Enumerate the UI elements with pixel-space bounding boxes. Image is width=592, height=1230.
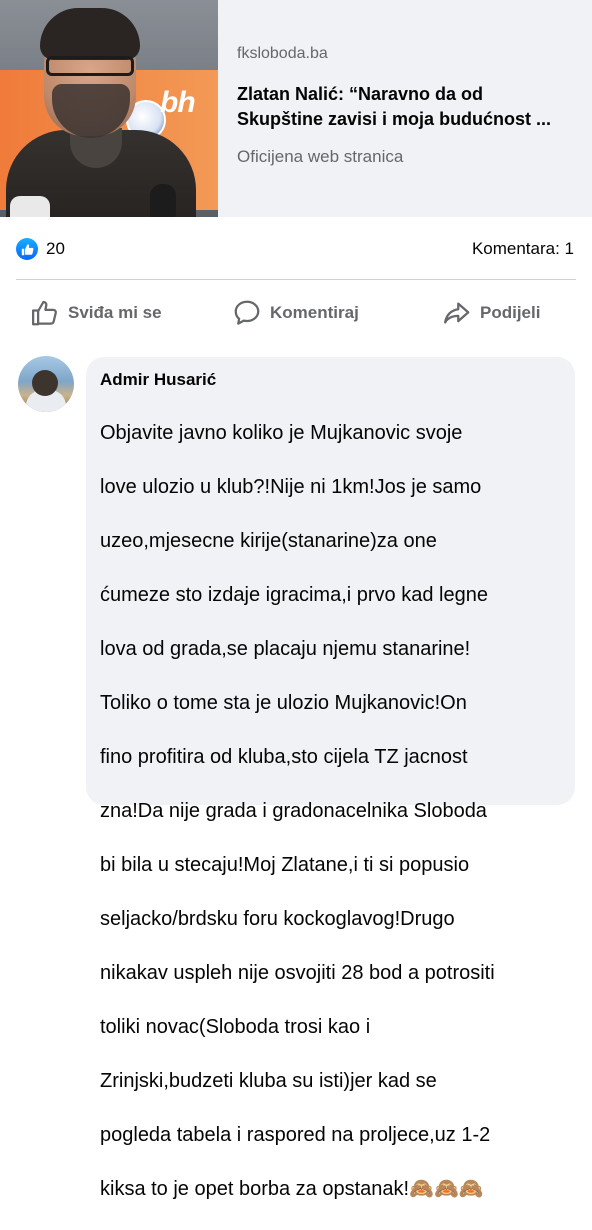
comment-line: kiksa to je opet borba za opstanak!🙈🙈🙈 <box>100 1178 484 1200</box>
post-action-bar: Sviđa mi se Komentiraj Podijeli <box>0 290 592 338</box>
comment-button[interactable]: Komentiraj <box>232 298 359 328</box>
like-button[interactable]: Sviđa mi se <box>30 298 162 328</box>
comment-line: toliki novac(Sloboda trosi kao i <box>100 1016 371 1038</box>
share-button[interactable]: Podijeli <box>442 298 540 328</box>
comment-line: Toliko o tome sta je ulozio Mujkanovic!O… <box>100 692 467 714</box>
divider <box>16 279 576 280</box>
link-headline[interactable]: Zlatan Nalić: “Naravno da od Skupštine z… <box>237 82 572 132</box>
like-button-label: Sviđa mi se <box>68 303 162 322</box>
share-button-label: Podijeli <box>480 303 541 322</box>
thumbs-up-icon[interactable] <box>16 238 38 260</box>
comment-line: love ulozio u klub?!Nije ni 1km!Jos je s… <box>100 476 482 498</box>
comment-bubble: Admir Husarić Objavite javno koliko je M… <box>86 357 575 1200</box>
comment-line: uzeo,mjesecne kirije(stanarine)za one <box>100 530 437 552</box>
like-count[interactable]: 20 <box>46 239 65 259</box>
link-domain: fksloboda.ba <box>237 45 328 62</box>
thumbnail-banner-text: bh <box>160 86 196 119</box>
comment-line: bi bila u stecaju!Moj Zlatane,i ti si po… <box>100 854 470 876</box>
thumbnail-microphone <box>150 184 176 217</box>
thumbnail-person-hair <box>40 8 140 60</box>
share-arrow-icon <box>444 302 470 324</box>
comment-line: ćumeze sto izdaje igracima,i prvo kad le… <box>100 584 488 606</box>
link-preview-text[interactable]: fksloboda.ba Zlatan Nalić: “Naravno da o… <box>218 0 592 217</box>
comment-line: pogleda tabela i raspored na proljece,uz… <box>100 1124 491 1146</box>
avatar[interactable] <box>18 356 74 412</box>
thumbnail-microphone-2 <box>10 196 50 217</box>
comment-line: seljacko/brdsku foru kockoglavog!Drugo <box>100 908 455 930</box>
reactions-summary: 20 Komentara: 1 <box>0 230 592 270</box>
comment-text: Objavite javno koliko je Mujkanovic svoj… <box>100 393 555 1230</box>
thumbs-up-outline-icon <box>32 300 57 326</box>
article-thumbnail[interactable]: bh <box>0 0 218 217</box>
avatar-person-head <box>32 370 58 396</box>
comment-line: lova od grada,se placaju njemu stanarine… <box>100 638 471 660</box>
comment-count[interactable]: Komentara: 1 <box>472 239 574 259</box>
comment-line: Objavite javno koliko je Mujkanovic svoj… <box>100 422 463 444</box>
comment-line: fino profitira od kluba,sto cijela TZ ja… <box>100 746 468 768</box>
speech-bubble-icon <box>234 300 260 325</box>
comment-button-label: Komentiraj <box>270 303 359 322</box>
link-source: Oficijena web stranica <box>237 147 404 166</box>
link-preview-card[interactable]: bh fksloboda.ba Zlatan Nalić: “Naravno d… <box>0 0 592 217</box>
comment-line: nikakav uspleh nije osvojiti 28 bod a po… <box>100 962 495 984</box>
comment-line: zna!Da nije grada i gradonacelnika Slobo… <box>100 800 487 822</box>
comment-author[interactable]: Admir Husarić <box>100 369 563 391</box>
comment-line: Zrinjski,budzeti kluba su isti)jer kad s… <box>100 1070 437 1092</box>
thumbnail-person-glasses <box>46 56 134 76</box>
